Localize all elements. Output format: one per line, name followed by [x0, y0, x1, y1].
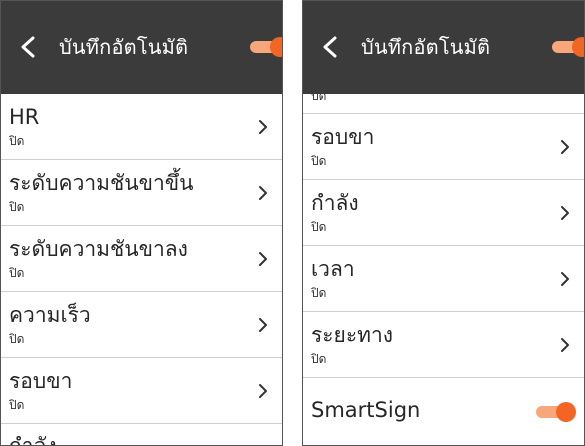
- list-item-gradient-down[interactable]: ระดับความชันขาลง ปิด: [1, 226, 282, 292]
- chevron-right-icon: [259, 384, 267, 398]
- list-item-value: ปิด: [311, 94, 327, 103]
- list-item-smartsign[interactable]: SmartSign: [303, 378, 584, 444]
- list-item-title: กำลัง: [9, 434, 57, 446]
- toggle-knob: [572, 37, 584, 57]
- list-item-value: ปิด: [311, 220, 327, 234]
- header-bar: บันทึกอัตโนมัติ: [303, 1, 584, 94]
- list-item-title: ความเร็ว: [9, 303, 91, 327]
- list-item-value: ปิด: [311, 286, 327, 300]
- list-item-value: ปิด: [9, 134, 25, 148]
- list-item-hr[interactable]: HR ปิด: [1, 94, 282, 160]
- list-item-title: HR: [9, 105, 40, 129]
- auto-record-toggle[interactable]: [552, 37, 584, 57]
- list-item-partial-top[interactable]: ปิด: [303, 94, 584, 114]
- list-item-value: ปิด: [9, 398, 25, 412]
- toggle-knob: [556, 402, 576, 422]
- chevron-right-icon: [561, 272, 569, 286]
- chevron-right-icon: [259, 120, 267, 134]
- back-chevron-icon[interactable]: [321, 36, 339, 58]
- list-item-title: ระดับความชันขาลง: [9, 237, 188, 261]
- list-item-cadence[interactable]: รอบขา ปิด: [1, 358, 282, 424]
- list-item-title: กำลัง: [311, 191, 359, 215]
- settings-list: ปิด รอบขา ปิด กำลัง ปิด เวลา ปิด ระยะทาง…: [303, 94, 584, 444]
- right-screen: บันทึกอัตโนมัติ ปิด รอบขา ปิด กำลัง ปิด …: [302, 0, 585, 446]
- chevron-right-icon: [259, 186, 267, 200]
- smartsign-toggle[interactable]: [536, 402, 576, 422]
- list-item-gradient-up[interactable]: ระดับความชันขาขึ้น ปิด: [1, 160, 282, 226]
- list-item-value: ปิด: [311, 352, 327, 366]
- list-item-title: รอบขา: [311, 125, 375, 149]
- back-chevron-icon[interactable]: [19, 36, 37, 58]
- chevron-right-icon: [561, 206, 569, 220]
- chevron-right-icon: [561, 338, 569, 352]
- page-title: บันทึกอัตโนมัติ: [59, 35, 189, 59]
- list-item-title: ระยะทาง: [311, 323, 394, 347]
- chevron-right-icon: [259, 252, 267, 266]
- list-item-title: รอบขา: [9, 369, 73, 393]
- header-bar: บันทึกอัตโนมัติ: [1, 1, 282, 94]
- list-item-title: เวลา: [311, 257, 355, 281]
- list-item-time[interactable]: เวลา ปิด: [303, 246, 584, 312]
- settings-list: HR ปิด ระดับความชันขาขึ้น ปิด ระดับความช…: [1, 94, 282, 446]
- chevron-right-icon: [259, 318, 267, 332]
- list-item-value: ปิด: [9, 266, 25, 280]
- list-item-power-partial[interactable]: กำลัง: [1, 424, 282, 446]
- list-item-speed[interactable]: ความเร็ว ปิด: [1, 292, 282, 358]
- auto-record-toggle[interactable]: [250, 37, 282, 57]
- chevron-right-icon: [561, 140, 569, 154]
- list-item-value: ปิด: [9, 332, 25, 346]
- page-title: บันทึกอัตโนมัติ: [361, 35, 491, 59]
- list-item-distance[interactable]: ระยะทาง ปิด: [303, 312, 584, 378]
- list-item-cadence[interactable]: รอบขา ปิด: [303, 114, 584, 180]
- list-item-value: ปิด: [311, 154, 327, 168]
- list-item-title: ระดับความชันขาขึ้น: [9, 171, 194, 195]
- toggle-knob: [270, 37, 282, 57]
- list-item-value: ปิด: [9, 200, 25, 214]
- list-item-power[interactable]: กำลัง ปิด: [303, 180, 584, 246]
- list-item-title: SmartSign: [311, 398, 421, 422]
- left-screen: บันทึกอัตโนมัติ HR ปิด ระดับความชันขาขึ้…: [0, 0, 283, 446]
